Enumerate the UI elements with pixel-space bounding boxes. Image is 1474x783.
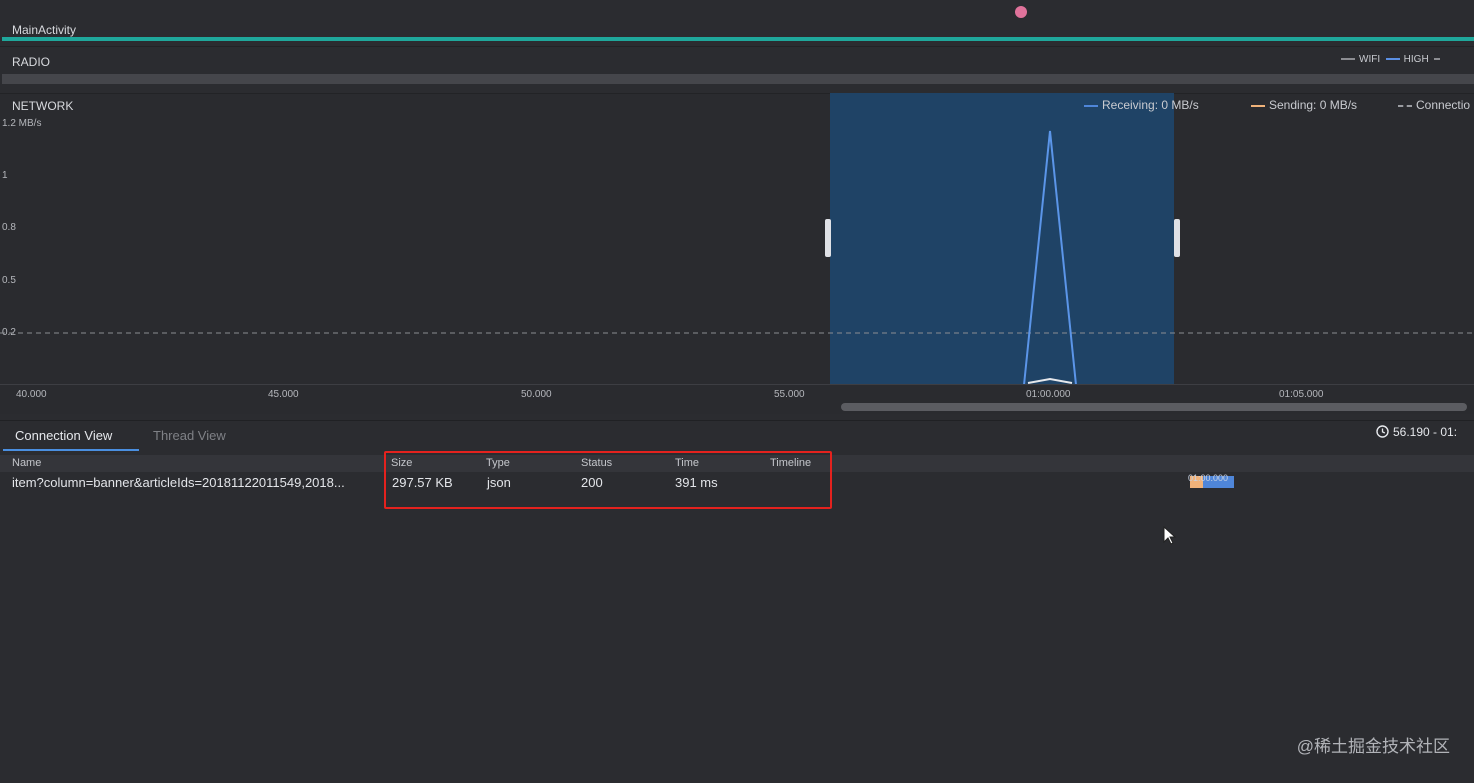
timeline-label: 01:00.000 <box>1188 473 1229 483</box>
sending-spike <box>1027 377 1073 384</box>
cell-name: item?column=banner&articleIds=2018112201… <box>12 475 345 490</box>
x-tick: 55.000 <box>774 389 805 400</box>
x-tick: 01:00.000 <box>1026 389 1071 400</box>
mouse-cursor-icon <box>1163 526 1177 545</box>
activity-timeline[interactable] <box>2 37 1474 41</box>
x-tick: 01:05.000 <box>1279 389 1324 400</box>
high-legend-label: HIGH <box>1403 54 1429 65</box>
watermark: @稀土掘金技术社区 <box>1296 737 1450 756</box>
wifi-legend-swatch <box>1341 58 1355 61</box>
radio-legend: WIFI HIGH <box>1341 54 1444 65</box>
time-range: 56.190 - 01: <box>1376 425 1457 439</box>
touch-event-dot[interactable] <box>1015 6 1027 18</box>
receiving-spike <box>1023 130 1077 385</box>
column-header-name[interactable]: Name <box>12 457 41 469</box>
radio-track[interactable] <box>2 74 1474 84</box>
activity-label: MainActivity <box>12 23 77 37</box>
active-tab-indicator <box>3 449 139 451</box>
x-tick: 50.000 <box>521 389 552 400</box>
x-axis <box>0 384 1474 385</box>
tab-thread-view[interactable]: Thread View <box>153 428 226 443</box>
x-tick: 45.000 <box>268 389 299 400</box>
time-range-label: 56.190 - 01: <box>1393 425 1458 439</box>
cell-timeline: 01:00.000 <box>1188 473 1234 488</box>
timeline-scrollbar[interactable] <box>841 403 1467 411</box>
highlight-annotation <box>384 451 832 509</box>
tab-connection-view[interactable]: Connection View <box>15 428 112 443</box>
radio-row <box>0 46 1474 93</box>
x-tick: 40.000 <box>16 389 47 400</box>
wifi-legend-label: WIFI <box>1359 54 1381 65</box>
network-plot <box>0 130 1474 385</box>
high-legend-swatch <box>1385 58 1400 61</box>
clock-icon <box>1376 425 1389 438</box>
extra-legend-swatch <box>1434 58 1441 61</box>
radio-label: RADIO <box>12 55 51 69</box>
